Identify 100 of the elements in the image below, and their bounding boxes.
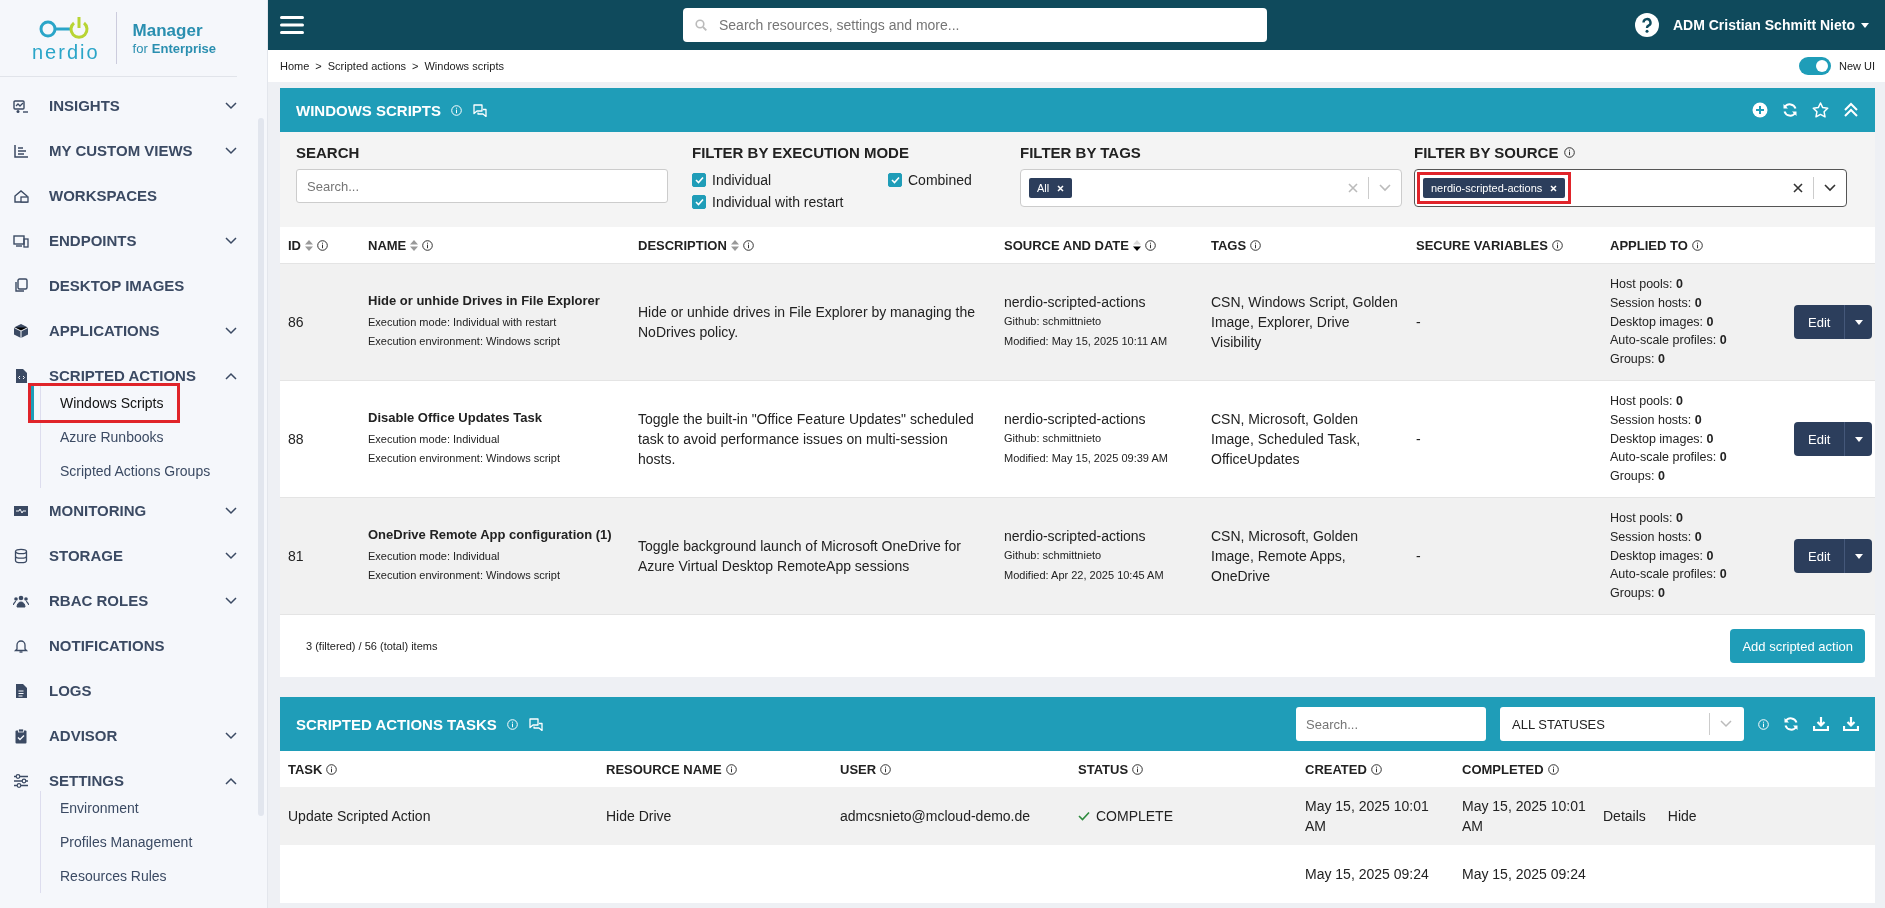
submenu-item[interactable]: Windows Scripts: [31, 386, 178, 420]
github-owner: Github: schmittnieto: [1004, 548, 1103, 564]
row-action-link[interactable]: Hide: [1667, 805, 1697, 827]
execution-mode: Execution mode: Individual with restart: [368, 314, 558, 330]
source-name: nerdio-scripted-actions: [1004, 527, 1147, 547]
toggle-switch[interactable]: [1798, 57, 1831, 75]
dropdown-button[interactable]: [1844, 539, 1873, 573]
search-icon: [695, 19, 707, 31]
column-header: TASK: [288, 761, 323, 777]
user-menu[interactable]: ADM Cristian Schmitt Nieto: [1673, 17, 1869, 33]
modified-date: Modified: May 15, 2025 09:39 AM: [1004, 451, 1169, 467]
refresh-icon[interactable]: [1782, 102, 1798, 118]
sidebar-item[interactable]: ADVISOR: [0, 713, 243, 758]
menu-icon[interactable]: [280, 15, 304, 35]
sidebar-item[interactable]: ENDPOINTS: [0, 218, 243, 263]
filter-label: FILTER BY SOURCE: [1414, 144, 1559, 161]
menu-item-icon: [13, 367, 29, 384]
menu-item-icon: [13, 277, 29, 294]
sidebar-item[interactable]: STORAGE: [0, 533, 243, 578]
edit-button[interactable]: Edit: [1794, 305, 1845, 339]
column-header: DESCRIPTION: [638, 237, 727, 253]
breadcrumb-link[interactable]: Scripted actions: [327, 60, 407, 72]
execution-environment: Execution environment: Windows script: [368, 568, 561, 584]
sidebar-item[interactable]: WORKSPACES: [0, 173, 243, 218]
info-icon: [422, 239, 434, 251]
collapse-icon[interactable]: [1843, 102, 1859, 118]
sidebar-item[interactable]: RBAC ROLES: [0, 578, 243, 623]
breadcrumb-separator: >: [315, 60, 322, 72]
column-header: SECURE VARIABLES: [1416, 237, 1548, 253]
sidebar-item[interactable]: MONITORING: [0, 488, 243, 533]
info-icon: [1250, 239, 1262, 251]
script-name[interactable]: Disable Office Updates Task: [368, 408, 622, 428]
sidebar-item[interactable]: DESKTOP IMAGES: [0, 263, 243, 308]
download-icon[interactable]: [1813, 716, 1829, 732]
refresh-icon[interactable]: [1783, 716, 1799, 732]
applied-count: Desktop images: 0: [1610, 430, 1715, 448]
script-name[interactable]: OneDrive Remote App configuration (1): [368, 525, 622, 545]
script-name[interactable]: Hide or unhide Drives in File Explorer: [368, 291, 622, 311]
info-icon: [1564, 147, 1576, 158]
submenu-item[interactable]: Profiles Management: [39, 825, 243, 859]
table-cell-text: CSN, Microsoft, Golden Image, Scheduled Task, OfficeUpdates: [1210, 409, 1362, 470]
filter-tag[interactable]: nerdio-scripted-actions: [1423, 178, 1566, 198]
execution-environment: Execution environment: Windows script: [368, 334, 561, 350]
dropdown-button[interactable]: [1844, 305, 1873, 339]
info-icon: [742, 239, 754, 251]
submenu-item[interactable]: Scripted Actions Groups: [39, 454, 243, 488]
sidebar-item[interactable]: NOTIFICATIONS: [0, 623, 243, 668]
column-header: ID: [288, 237, 301, 253]
chat-icon: [527, 717, 544, 731]
info-icon: [1370, 763, 1382, 775]
search-field[interactable]: Search resources, settings and more...: [683, 8, 1267, 42]
checkbox[interactable]: Individual: [692, 169, 888, 191]
row-action-link[interactable]: Details: [1603, 805, 1646, 827]
table-cell-text: May 15, 2025 10:01 AM: [1461, 796, 1587, 836]
applied-count: Auto-scale profiles: 0: [1610, 332, 1728, 350]
applied-count: Host pools: 0: [1610, 393, 1684, 411]
breadcrumb-link[interactable]: Home: [280, 60, 310, 72]
sidebar-item[interactable]: LOGS: [0, 668, 243, 713]
menu-item-icon: [13, 142, 29, 159]
checkbox[interactable]: Combined: [888, 169, 1008, 191]
applied-count: Auto-scale profiles: 0: [1610, 449, 1728, 467]
caret-icon: [1854, 436, 1863, 442]
check-icon: [890, 176, 900, 184]
status-select[interactable]: ALL STATUSES: [1500, 707, 1744, 741]
close-icon: [1057, 184, 1065, 192]
menu-item-icon: [13, 637, 29, 654]
multi-select[interactable]: nerdio-scripted-actions: [1414, 169, 1847, 207]
applied-count: Host pools: 0: [1610, 510, 1684, 528]
info-icon: [1691, 239, 1703, 251]
sidebar-item[interactable]: APPLICATIONS: [0, 308, 243, 353]
applied-count: Groups: 0: [1610, 585, 1666, 603]
sidebar-item[interactable]: MY CUSTOM VIEWS: [0, 128, 243, 173]
status-text: COMPLETE: [1096, 806, 1173, 826]
logo-wordmark: nerdio: [32, 42, 100, 62]
submenu-item[interactable]: Resources Rules: [39, 859, 243, 893]
download-icon[interactable]: [1843, 716, 1859, 732]
add-icon[interactable]: [1752, 102, 1768, 118]
help-icon[interactable]: [1635, 13, 1659, 37]
edit-button[interactable]: Edit: [1794, 422, 1845, 456]
star-icon[interactable]: [1812, 102, 1829, 118]
table-cell-text: CSN, Windows Script, Golden Image, Explorer, Drive Visibility: [1210, 292, 1399, 353]
multi-select[interactable]: All: [1020, 169, 1402, 207]
table-cell-text: 88: [287, 429, 305, 449]
sidebar-item[interactable]: INSIGHTS: [0, 83, 243, 128]
info-icon: [451, 104, 462, 116]
filter-label: FILTER BY EXECUTION MODE: [692, 144, 910, 161]
filter-tag[interactable]: All: [1029, 178, 1073, 198]
column-header: SOURCE AND DATE: [1004, 237, 1129, 253]
edit-button[interactable]: Edit: [1794, 539, 1845, 573]
menu-item-icon: [13, 322, 29, 339]
checkbox[interactable]: Individual with restart: [692, 191, 888, 213]
menu-item-icon: [13, 232, 29, 249]
filter-label: SEARCH: [296, 144, 361, 161]
search-field[interactable]: Search...: [296, 169, 668, 203]
search-field[interactable]: Search...: [1296, 707, 1486, 741]
table-cell-text: Toggle background launch of Microsoft OneDrive for Azure Virtual Desktop RemoteApp sessions: [637, 536, 962, 576]
caret-icon: [1854, 319, 1863, 325]
dropdown-button[interactable]: [1844, 422, 1873, 456]
submenu-item[interactable]: Azure Runbooks: [39, 420, 243, 454]
menu-item-icon: [13, 682, 29, 699]
